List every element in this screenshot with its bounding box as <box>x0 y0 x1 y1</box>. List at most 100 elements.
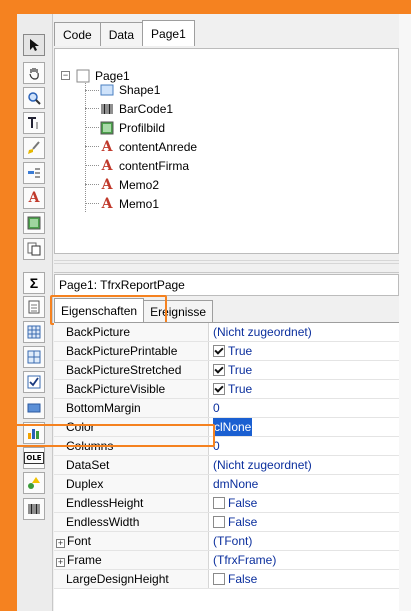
barcode-icon[interactable] <box>23 498 45 520</box>
document-icon[interactable] <box>23 296 45 318</box>
page-icon <box>75 68 91 84</box>
property-value[interactable]: False <box>213 570 257 588</box>
property-value[interactable]: True <box>213 361 252 379</box>
checkbox-label: False <box>228 496 258 510</box>
property-value[interactable]: (TFont) <box>213 532 252 550</box>
property-value[interactable]: True <box>213 342 252 360</box>
property-value[interactable]: (Nicht zugeordnet) <box>213 456 312 474</box>
tree-branch <box>85 165 99 166</box>
window-frame-left <box>0 0 17 611</box>
property-name: BackPicturePrintable <box>54 342 209 360</box>
tree-branch <box>85 108 99 109</box>
checkbox[interactable] <box>213 364 225 376</box>
checkbox-label: True <box>228 344 253 358</box>
text-cursor-icon[interactable] <box>23 112 45 134</box>
property-label: Font <box>67 534 92 548</box>
property-grid: BackPicture (Nicht zugeordnet) BackPictu… <box>54 322 399 611</box>
property-row-duplex[interactable]: Duplex dmNone <box>54 475 399 494</box>
tree-node-barcode1[interactable]: BarCode1 <box>99 100 173 118</box>
checkbox[interactable] <box>213 516 225 528</box>
band-icon[interactable] <box>23 162 45 184</box>
property-name: BackPicture <box>54 323 209 341</box>
property-value[interactable]: 0 <box>213 399 220 417</box>
tree-branch <box>85 203 99 204</box>
shapes-icon[interactable] <box>23 472 45 494</box>
tab-code[interactable]: Code <box>54 22 101 46</box>
tree-node-contentanrede[interactable]: A contentAnrede <box>99 138 198 156</box>
property-row-backpictureprintable[interactable]: BackPicturePrintable True <box>54 342 399 361</box>
picture-icon[interactable] <box>23 212 45 234</box>
tree-node-label: Shape1 <box>119 83 161 97</box>
property-row-backpicturevisible[interactable]: BackPictureVisible True <box>54 380 399 399</box>
splitter-grip <box>54 260 399 264</box>
property-value[interactable]: (TfrxFrame) <box>213 551 276 569</box>
selected-value[interactable]: clNone <box>213 418 253 436</box>
pages-icon[interactable] <box>23 238 45 260</box>
property-row-bottommargin[interactable]: BottomMargin 0 <box>54 399 399 418</box>
tree-branch <box>85 90 99 91</box>
property-name: BackPictureVisible <box>54 380 209 398</box>
line-icon[interactable] <box>23 397 45 419</box>
barcode-icon <box>99 101 115 117</box>
checkbox[interactable] <box>213 497 225 509</box>
checkbox-label: False <box>228 515 258 529</box>
checkbox[interactable] <box>213 345 225 357</box>
report-tree: − Page1 Shape1 BarCode1 Profilbild A con… <box>54 48 399 254</box>
checkbox[interactable] <box>213 573 225 585</box>
panel-splitter[interactable] <box>54 255 399 273</box>
editor-tabs: Code Data Page1 <box>54 20 195 46</box>
tree-branch <box>85 127 99 128</box>
property-label: Frame <box>67 553 102 567</box>
tree-node-contentfirma[interactable]: A contentFirma <box>99 157 189 175</box>
brush-icon[interactable] <box>23 137 45 159</box>
checkbox-icon[interactable] <box>23 371 45 393</box>
property-name: + Font <box>54 532 209 550</box>
property-value[interactable]: False <box>213 513 257 531</box>
property-row-backpicturestretched[interactable]: BackPictureStretched True <box>54 361 399 380</box>
property-value[interactable]: clNone <box>213 418 253 436</box>
property-name: EndlessHeight <box>54 494 209 512</box>
property-value[interactable]: (Nicht zugeordnet) <box>213 323 312 341</box>
property-name: BackPictureStretched <box>54 361 209 379</box>
tree-branch <box>85 184 99 185</box>
tree-node-profilbild[interactable]: Profilbild <box>99 119 165 137</box>
expand-icon[interactable]: + <box>56 539 65 548</box>
property-row-largedesignheight[interactable]: LargeDesignHeight False <box>54 570 399 589</box>
property-row-endlesswidth[interactable]: EndlessWidth False <box>54 513 399 532</box>
picture-icon <box>99 120 115 136</box>
table-icon[interactable] <box>23 346 45 368</box>
property-row-backpicture[interactable]: BackPicture (Nicht zugeordnet) <box>54 323 399 342</box>
tree-node-shape1[interactable]: Shape1 <box>99 81 160 99</box>
property-value[interactable]: False <box>213 494 257 512</box>
property-value[interactable]: True <box>213 380 252 398</box>
property-row-endlessheight[interactable]: EndlessHeight False <box>54 494 399 513</box>
collapse-toggle-icon[interactable]: − <box>61 71 70 80</box>
magnifier-icon[interactable] <box>23 87 45 109</box>
expand-icon[interactable]: + <box>56 558 65 567</box>
shape-icon <box>99 82 115 98</box>
sigma-icon[interactable]: Σ <box>23 272 45 294</box>
tab-page1[interactable]: Page1 <box>142 20 195 46</box>
checkbox[interactable] <box>213 383 225 395</box>
grid-icon[interactable] <box>23 321 45 343</box>
color-property-highlight-box <box>14 424 215 447</box>
property-row-font[interactable]: + Font (TFont) <box>54 532 399 551</box>
property-row-dataset[interactable]: DataSet (Nicht zugeordnet) <box>54 456 399 475</box>
tree-node-memo1[interactable]: A Memo1 <box>99 195 159 213</box>
property-name: + Frame <box>54 551 209 569</box>
tab-data[interactable]: Data <box>99 22 144 46</box>
checkbox-label: True <box>228 363 253 377</box>
hand-icon[interactable] <box>23 62 45 84</box>
letter-a-icon[interactable]: A <box>23 187 45 209</box>
object-selector[interactable]: Page1: TfrxReportPage <box>54 274 399 296</box>
tree-node-label: contentAnrede <box>119 140 198 154</box>
property-row-frame[interactable]: + Frame (TfrxFrame) <box>54 551 399 570</box>
letter-a-icon: A <box>101 158 113 174</box>
tree-node-label: BarCode1 <box>119 102 174 116</box>
tree-node-memo2[interactable]: A Memo2 <box>99 176 159 194</box>
arrow-pointer-icon[interactable] <box>23 34 45 56</box>
ole-icon[interactable]: OLE <box>23 447 45 469</box>
property-name: BottomMargin <box>54 399 209 417</box>
property-value[interactable]: dmNone <box>213 475 258 493</box>
letter-a-icon: A <box>101 177 113 193</box>
